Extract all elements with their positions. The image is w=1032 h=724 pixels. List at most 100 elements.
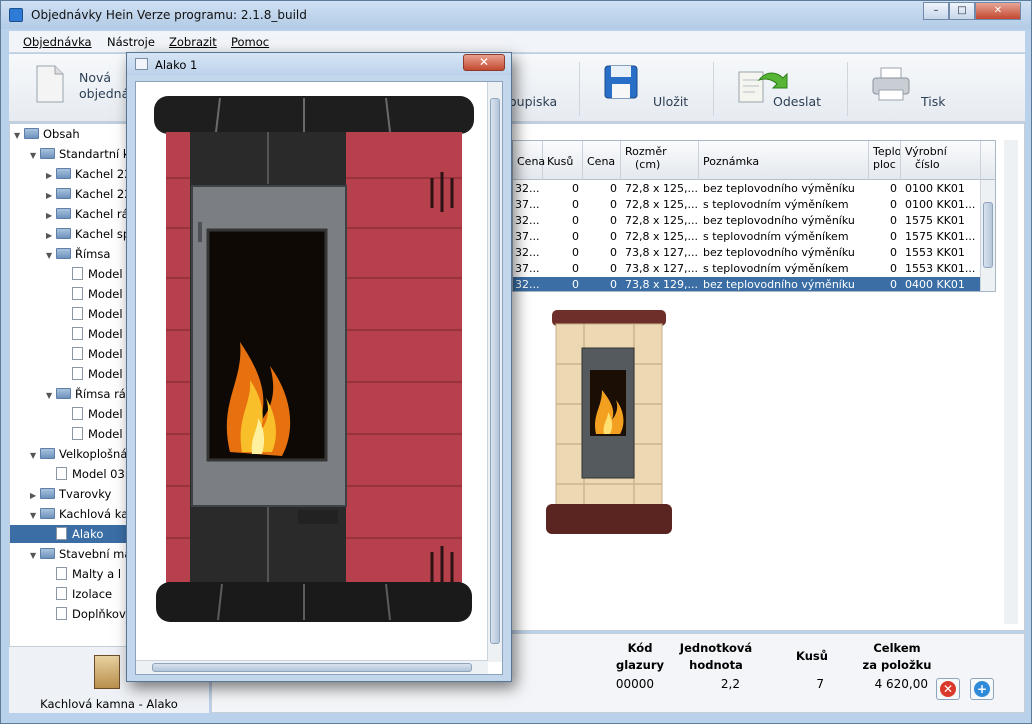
menu-nastroje[interactable]: Nástroje xyxy=(107,35,155,49)
tree-item[interactable]: Model xyxy=(72,305,123,323)
document-icon xyxy=(72,307,83,320)
tree-item[interactable]: ▼ Velkoplošná xyxy=(30,445,127,463)
popup-close-button[interactable]: ✕ xyxy=(463,54,505,71)
expand-toggle[interactable]: ▼ xyxy=(30,147,40,165)
expand-toggle[interactable]: ▼ xyxy=(46,247,56,265)
col-header-rozmer[interactable]: Rozměr (cm) xyxy=(621,141,699,180)
tree-item[interactable]: Model xyxy=(72,345,123,363)
document-icon xyxy=(72,347,83,360)
scrollbar-thumb[interactable] xyxy=(983,202,993,268)
table-row[interactable]: 37... 0 0 73,8 x 127,... s teplovodním výměn… xyxy=(513,261,981,277)
tree-item[interactable]: ▶ Kachel sp xyxy=(46,225,130,243)
expand-toggle[interactable]: ▶ xyxy=(30,487,40,505)
document-icon xyxy=(56,567,67,580)
tree-item[interactable]: Malty a l xyxy=(56,565,121,583)
tree-item[interactable]: ▼ Římsa rá xyxy=(46,385,126,403)
footer-header-kusu: Kusů xyxy=(796,649,828,663)
expand-toggle[interactable]: ▶ xyxy=(46,227,56,245)
table-cell-c1: 37... xyxy=(515,230,540,243)
folder-icon xyxy=(40,488,55,499)
tree-item-label: Římsa rá xyxy=(75,387,126,401)
popup-vertical-scrollbar[interactable] xyxy=(487,82,502,662)
tree-item[interactable]: Model xyxy=(72,285,123,303)
tree-item[interactable]: Model 03 xyxy=(56,465,125,483)
tree-item[interactable]: ▼ Stavební ma xyxy=(30,545,131,563)
tree-item-label: Stavební ma xyxy=(59,547,132,561)
tree-item[interactable]: ▶ Kachel rá xyxy=(46,205,129,223)
col-header-cena-2[interactable]: Cena xyxy=(583,141,621,180)
tree-item[interactable]: Model xyxy=(72,325,123,343)
expand-toggle[interactable]: ▼ xyxy=(30,447,40,465)
tree-item[interactable]: ▶ Kachel 22 xyxy=(46,185,132,203)
table-scrollbar[interactable] xyxy=(980,180,995,291)
footer-value-jednotkova[interactable]: 2,2 xyxy=(702,677,740,691)
menu-objednavka[interactable]: Objednávka xyxy=(23,35,92,49)
scrollbar-thumb[interactable] xyxy=(490,98,500,644)
table-row[interactable]: 32... 0 0 72,8 x 125,... bez teplovodního vý… xyxy=(513,213,981,229)
tree-item-label: Doplňkov xyxy=(72,607,126,621)
send-button[interactable]: Odeslat xyxy=(733,64,833,112)
list-label: oupiska xyxy=(509,94,558,109)
document-icon xyxy=(72,327,83,340)
window-title: Objednávky Hein Verze programu: 2.1.8_bu… xyxy=(31,8,307,22)
tree-item[interactable]: Doplňkov xyxy=(56,605,126,623)
table-row[interactable]: 32... 0 0 73,8 x 127,... bez teplovodního vý… xyxy=(513,245,981,261)
col-header-cena[interactable]: Cena xyxy=(513,141,545,180)
expand-toggle[interactable]: ▼ xyxy=(30,507,40,525)
maximize-button[interactable]: □ xyxy=(949,2,975,20)
add-item-button[interactable]: + xyxy=(970,678,994,700)
table-cell-vc: 0400 KK01 xyxy=(905,278,965,291)
table-row[interactable]: 37... 0 0 72,8 x 125,... s teplovodním výměn… xyxy=(513,197,981,213)
detail-scrollbar[interactable] xyxy=(1004,140,1018,624)
variant-table[interactable]: Cena Kusů Cena Rozměr (cm) Poznámka Teplo… xyxy=(512,140,996,292)
col-header-vyrobni-cislo[interactable]: Výrobní číslo xyxy=(901,141,981,180)
col-header-kusu[interactable]: Kusů xyxy=(543,141,583,180)
send-label: Odeslat xyxy=(773,94,822,109)
add-icon: + xyxy=(974,681,990,697)
tree-item[interactable]: Izolace xyxy=(56,585,112,603)
tree-item[interactable]: ▶ Tvarovky xyxy=(30,485,111,503)
tree-item-label: Alako xyxy=(72,527,104,541)
expand-toggle[interactable]: ▼ xyxy=(46,387,56,405)
remove-item-button[interactable]: ✕ xyxy=(936,678,960,700)
table-cell-cena: 0 xyxy=(610,230,617,243)
tree-item[interactable]: ▶ Kachel 22 xyxy=(46,165,132,183)
table-row[interactable]: 32... 0 0 73,8 x 129,... bez teplovodního vý… xyxy=(513,277,981,291)
table-cell-cena: 0 xyxy=(610,198,617,211)
tree-item-obsah[interactable]: ▼ Obsah xyxy=(14,125,80,143)
tree-item[interactable]: Model xyxy=(72,425,123,443)
list-button[interactable]: oupiska xyxy=(509,64,569,112)
menu-zobrazit[interactable]: Zobrazit xyxy=(169,35,217,49)
col-header-teplo[interactable]: Teplo ploc xyxy=(869,141,901,180)
footer-value-kod[interactable]: 00000 xyxy=(608,677,654,691)
tree-item[interactable]: Model xyxy=(72,405,123,423)
col-header-poznamka[interactable]: Poznámka xyxy=(699,141,869,180)
print-button[interactable]: Tisk xyxy=(871,64,951,112)
expand-toggle[interactable]: ▶ xyxy=(46,167,56,185)
tree-item[interactable]: Model xyxy=(72,265,123,283)
tree-item[interactable]: ▼ Římsa xyxy=(46,245,110,263)
expand-toggle[interactable]: ▶ xyxy=(46,187,56,205)
col-header-vyrobni-2: číslo xyxy=(915,158,940,171)
folder-icon xyxy=(56,228,71,239)
save-button[interactable]: Uložit xyxy=(603,64,699,112)
scrollbar-thumb[interactable] xyxy=(152,663,472,672)
table-row[interactable]: 37... 0 0 72,8 x 125,... s teplovodním výměn… xyxy=(513,229,981,245)
menu-pomoc[interactable]: Pomoc xyxy=(231,35,269,49)
table-row[interactable]: 32... 0 0 72,8 x 125,... bez teplovodního vý… xyxy=(513,181,981,197)
document-icon xyxy=(72,427,83,440)
popup-horizontal-scrollbar[interactable] xyxy=(136,660,488,674)
tree-item[interactable]: ▼ Kachlová ka xyxy=(30,505,128,523)
new-order-button[interactable]: Nová objednávka xyxy=(29,64,151,112)
expand-toggle[interactable]: ▶ xyxy=(46,207,56,225)
table-cell-kusu: 0 xyxy=(572,214,579,227)
expand-toggle[interactable]: ▼ xyxy=(30,547,40,565)
expand-toggle[interactable]: ▼ xyxy=(14,127,24,145)
footer-value-kusu[interactable]: 7 xyxy=(802,677,824,691)
tree-item[interactable]: Model xyxy=(72,365,123,383)
minimize-button[interactable]: – xyxy=(923,2,949,20)
table-cell-cena: 0 xyxy=(610,278,617,291)
table-cell-teplo: 0 xyxy=(890,230,897,243)
close-button[interactable]: ✕ xyxy=(975,2,1021,20)
table-cell-kusu: 0 xyxy=(572,182,579,195)
